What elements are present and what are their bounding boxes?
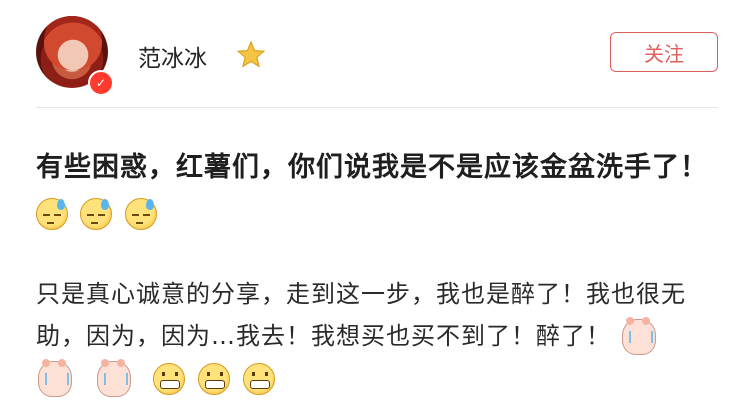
author-name[interactable]: 范冰冰 <box>138 39 207 73</box>
verified-badge-icon: ✓ <box>88 70 114 96</box>
star-icon <box>236 40 266 68</box>
sweat-emoji <box>80 197 113 230</box>
grin-emoji <box>197 363 230 395</box>
follow-button[interactable]: 关注 <box>610 32 718 72</box>
sweat-emoji <box>36 197 68 230</box>
sweat-emoji <box>124 197 157 230</box>
post-body: 只是真心诚意的分享，走到这一步，我也是醉了！我也很无助，因为，因为…我去！我想买… <box>36 273 726 399</box>
post-header: ✓ 范冰冰 关注 <box>0 0 750 106</box>
divider <box>36 107 718 108</box>
post-body-text: 只是真心诚意的分享，走到这一步，我也是醉了！我也很无助，因为，因为…我去！我想买… <box>36 280 686 350</box>
grin-emoji <box>153 363 186 395</box>
crying-pig-emoji <box>95 359 135 399</box>
crying-pig-emoji <box>620 317 660 357</box>
grin-emoji <box>242 363 275 395</box>
post-title: 有些困惑，红薯们，你们说我是不是应该金盆洗手了！ <box>36 145 726 235</box>
post-title-text: 有些困惑，红薯们，你们说我是不是应该金盆洗手了！ <box>36 152 708 183</box>
avatar-image <box>44 16 102 70</box>
crying-pig-emoji <box>36 359 76 399</box>
